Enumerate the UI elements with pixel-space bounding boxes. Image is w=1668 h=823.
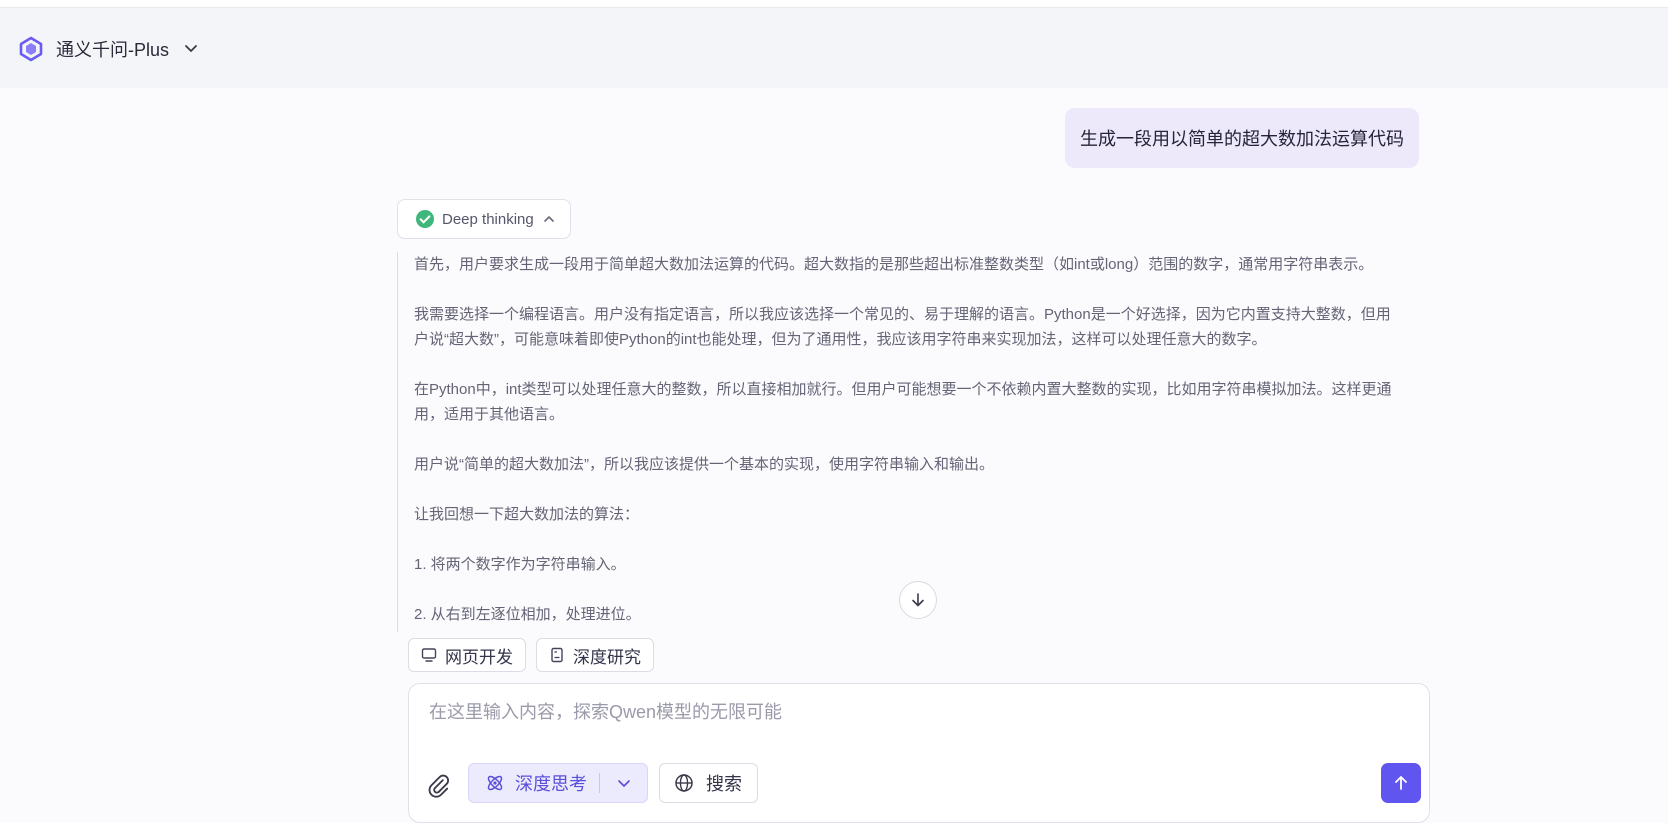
model-name: 通义千问-Plus (56, 40, 170, 60)
deep-research-button[interactable]: 深度研究 (536, 638, 654, 672)
document-icon (551, 647, 563, 663)
message-input[interactable] (427, 696, 1391, 728)
header-bar: 通义千问-Plus (0, 8, 1668, 88)
paperclip-icon[interactable] (425, 772, 451, 798)
chevron-down-icon (185, 45, 197, 52)
atom-icon (487, 775, 503, 791)
deep-thinking-toggle[interactable]: Deep thinking (397, 199, 571, 239)
thinking-paragraph: 1. 将两个数字作为字符串输入。 (414, 556, 626, 573)
quick-actions: 网页开发 深度研究 (408, 638, 654, 672)
search-label: 搜索 (706, 774, 742, 794)
thinking-paragraph: 在Python中，int类型可以处理任意大的整数，所以直接相加就行。但用户可能想… (414, 381, 1392, 423)
thinking-content: 首先，用户要求生成一段用于简单超大数加法运算的代码。超大数指的是那些超出标准整数… (397, 252, 1397, 632)
search-button[interactable]: 搜索 (659, 763, 758, 803)
thinking-paragraph: 我需要选择一个编程语言。用户没有指定语言，所以我应该选择一个常见的、易于理解的语… (414, 306, 1391, 348)
qwen-logo-icon (19, 36, 43, 62)
deep-think-label: 深度思考 (515, 774, 587, 794)
thinking-paragraph: 让我回想一下超大数加法的算法： (414, 506, 640, 523)
arrow-down-icon (912, 593, 924, 607)
deep-think-button[interactable]: 深度思考 (469, 764, 599, 802)
check-circle-icon (416, 210, 434, 228)
deep-think-toggle: 深度思考 (468, 763, 648, 803)
window-top-edge (0, 0, 1668, 8)
web-dev-label: 网页开发 (445, 647, 513, 667)
globe-icon (675, 774, 693, 792)
web-dev-button[interactable]: 网页开发 (408, 638, 526, 672)
deep-research-label: 深度研究 (573, 647, 641, 667)
deep-think-dropdown[interactable] (600, 764, 647, 802)
monitor-icon (421, 648, 437, 662)
thinking-paragraph: 首先，用户要求生成一段用于简单超大数加法运算的代码。超大数指的是那些超出标准整数… (414, 256, 1374, 273)
model-selector[interactable]: 通义千问-Plus (18, 36, 201, 62)
chevron-down-icon (617, 780, 630, 787)
chevron-up-icon (543, 216, 554, 222)
message-composer: 深度思考 搜索 (408, 683, 1430, 823)
scroll-to-bottom-button[interactable] (899, 581, 937, 619)
user-message-text: 生成一段用以简单的超大数加法运算代码 (1080, 129, 1404, 149)
arrow-up-icon (1395, 776, 1407, 790)
user-message-bubble: 生成一段用以简单的超大数加法运算代码 (1065, 108, 1419, 168)
send-button[interactable] (1381, 763, 1421, 803)
thinking-paragraph: 用户说“简单的超大数加法”，所以我应该提供一个基本的实现，使用字符串输入和输出。 (414, 456, 994, 473)
deep-thinking-label: Deep thinking (442, 210, 534, 228)
